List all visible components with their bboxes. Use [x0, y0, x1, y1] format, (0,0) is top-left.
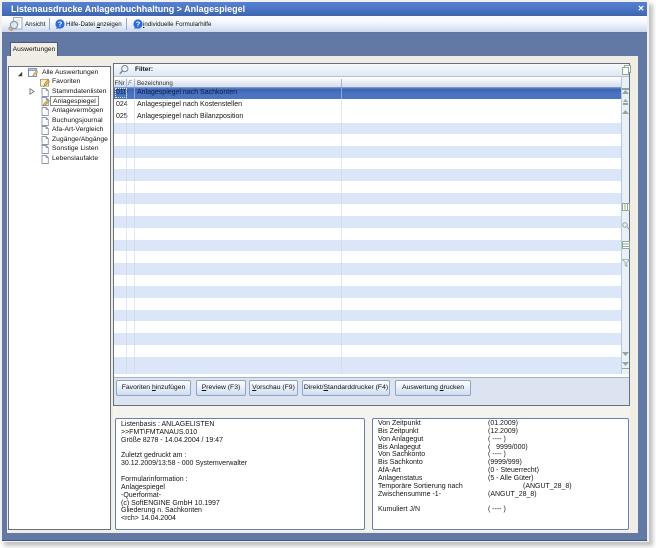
- svg-text:?: ?: [136, 20, 141, 29]
- svg-text:?: ?: [58, 20, 63, 29]
